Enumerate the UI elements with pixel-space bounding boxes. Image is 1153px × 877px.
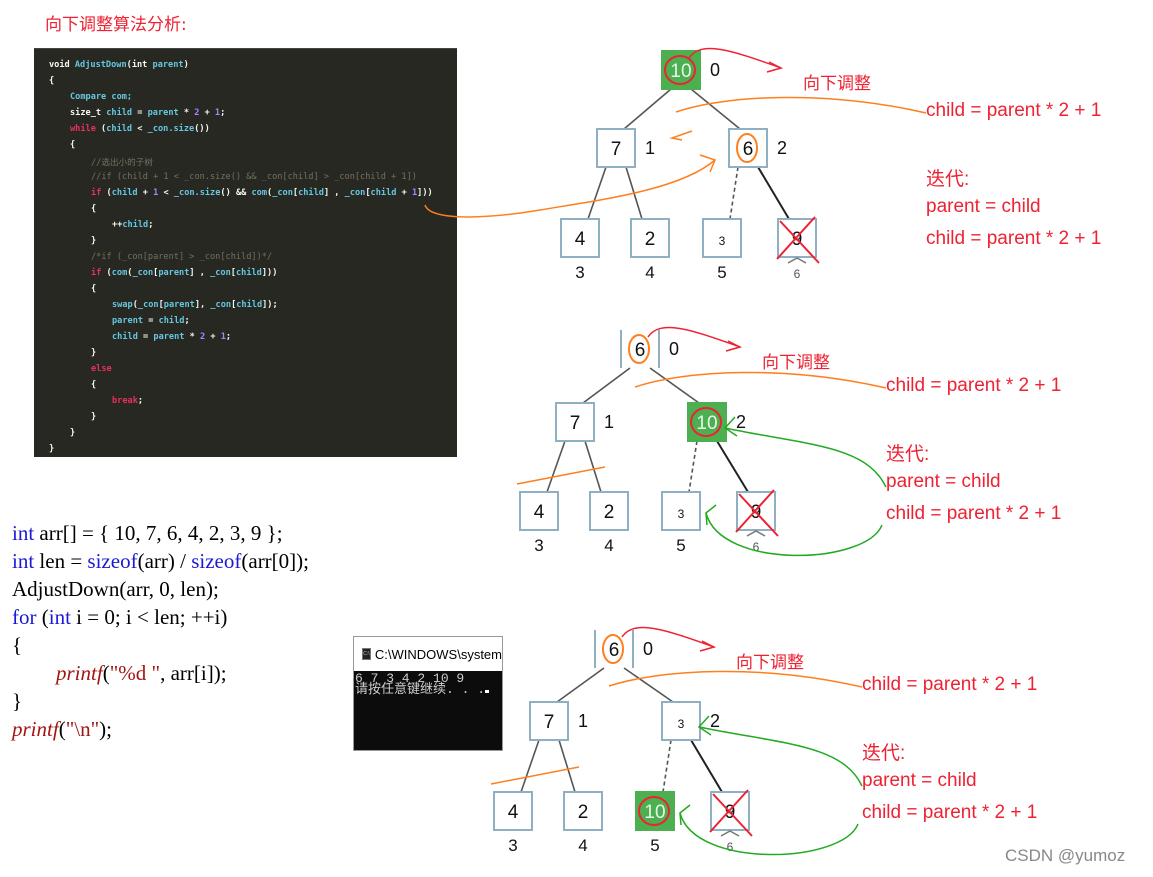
arrow-head <box>679 804 691 826</box>
tree-edge <box>662 739 672 793</box>
tree-edge <box>688 440 698 493</box>
node-index: 4 <box>604 536 613 555</box>
node-index: 1 <box>578 711 588 731</box>
node-value: 7 <box>570 413 581 434</box>
iteration-title: 迭代: <box>862 743 906 764</box>
heap-diagrams: 1007162432435966071102432435966071324324… <box>424 47 927 856</box>
node-index: 5 <box>717 263 726 282</box>
node-value: 10 <box>644 802 665 823</box>
node-index: 6 <box>727 840 734 854</box>
node-index: 4 <box>578 836 587 855</box>
adjust-down-label: 向下调整 <box>803 74 871 93</box>
node-value: 3 <box>678 717 685 731</box>
node-index: 0 <box>643 639 653 659</box>
node-index: 5 <box>676 536 685 555</box>
tree-edge <box>587 166 607 220</box>
node-value: 4 <box>508 802 519 823</box>
node-value: 2 <box>645 229 656 250</box>
arrow-head <box>669 130 693 141</box>
node-value: 10 <box>670 61 691 82</box>
red-arrow <box>688 47 782 69</box>
tree-edge <box>716 440 749 493</box>
node-index: 1 <box>645 138 655 158</box>
node-value: 6 <box>609 640 620 661</box>
node-index: 2 <box>710 711 720 731</box>
node-index: 0 <box>710 60 720 80</box>
tree-edge <box>558 739 576 793</box>
iteration-parent-note: parent = child <box>862 770 977 791</box>
tree-edge <box>584 440 602 493</box>
tree-edge <box>546 440 566 493</box>
orange-strike <box>516 466 606 485</box>
caret-mark <box>787 257 807 264</box>
red-arrow <box>647 326 741 348</box>
node-index: 2 <box>736 412 746 432</box>
child-formula-note: child = parent * 2 + 1 <box>886 375 1062 396</box>
node-index: 3 <box>575 263 584 282</box>
tree-edge <box>690 739 723 793</box>
child-formula-note: child = parent * 2 + 1 <box>862 674 1038 695</box>
node-index: 1 <box>604 412 614 432</box>
orange-curve <box>675 96 927 114</box>
adjust-down-label: 向下调整 <box>762 353 830 372</box>
tree-edge <box>690 88 741 130</box>
node-value: 6 <box>743 139 754 160</box>
caret-mark <box>720 830 740 837</box>
node-value: 3 <box>719 234 726 248</box>
green-arrow <box>679 812 859 856</box>
iteration-title: 迭代: <box>926 169 970 190</box>
tree-edge <box>649 367 700 404</box>
node-value: 10 <box>696 413 717 434</box>
node-value: 2 <box>604 502 615 523</box>
iteration-parent-note: parent = child <box>886 471 1001 492</box>
tree-edge <box>623 88 672 130</box>
node-index: 0 <box>669 339 679 359</box>
tree-edge <box>623 667 674 703</box>
node-index: 6 <box>794 267 801 281</box>
iteration-child-note: child = parent * 2 + 1 <box>886 503 1062 524</box>
tree-edge <box>757 166 790 220</box>
orange-curve <box>634 371 887 389</box>
green-arrow <box>705 512 883 557</box>
arrow-head <box>705 504 717 526</box>
iteration-child-note: child = parent * 2 + 1 <box>862 802 1038 823</box>
tree-edge <box>556 667 605 703</box>
tree-edge <box>729 166 739 220</box>
iteration-parent-note: parent = child <box>926 196 1041 217</box>
node-value: 7 <box>611 139 622 160</box>
orange-curve <box>424 159 716 218</box>
orange-strike <box>490 766 580 785</box>
node-value: 4 <box>575 229 586 250</box>
iteration-child-note: child = parent * 2 + 1 <box>926 228 1102 249</box>
watermark: CSDN @yumoz <box>1005 846 1126 865</box>
green-arrow <box>724 427 887 488</box>
node-value: 3 <box>678 507 685 521</box>
node-value: 4 <box>534 502 545 523</box>
iteration-title: 迭代: <box>886 444 930 465</box>
node-value: 6 <box>635 340 646 361</box>
node-index: 3 <box>534 536 543 555</box>
node-value: 7 <box>544 712 555 733</box>
child-formula-note: child = parent * 2 + 1 <box>926 100 1102 121</box>
node-index: 5 <box>650 836 659 855</box>
green-arrow <box>698 726 863 787</box>
red-arrow <box>621 626 715 648</box>
tree-edge <box>520 739 540 793</box>
node-index: 3 <box>508 836 517 855</box>
caret-mark <box>746 530 766 537</box>
node-index: 2 <box>777 138 787 158</box>
node-index: 4 <box>645 263 654 282</box>
tree-edge <box>582 367 631 404</box>
node-value: 2 <box>578 802 589 823</box>
adjust-down-label: 向下调整 <box>736 653 804 672</box>
